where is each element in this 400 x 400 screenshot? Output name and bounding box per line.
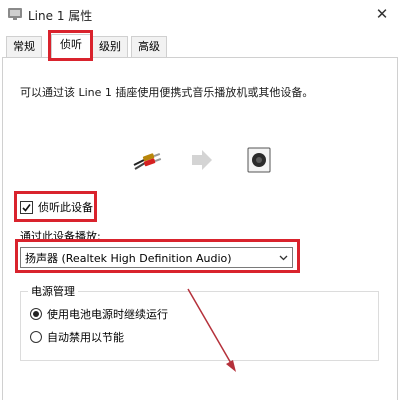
listen-checkbox[interactable] [20, 200, 33, 214]
speaker-app-icon [8, 8, 22, 20]
listen-checkbox-label: 侦听此设备 [38, 201, 93, 214]
tab-label: 常规 [13, 40, 35, 53]
tab-label: 高级 [138, 40, 160, 53]
tab-advanced[interactable]: 高级 [131, 36, 167, 58]
speaker-icon [247, 147, 271, 173]
close-icon: ✕ [375, 5, 389, 23]
checkmark-icon [22, 203, 31, 212]
tab-strip: 常规 侦听 级别 高级 [0, 34, 400, 59]
radio-auto-disable[interactable] [30, 331, 42, 343]
window-title: Line 1 属性 [28, 9, 93, 23]
tab-label: 侦听 [60, 38, 82, 51]
arrow-right-icon [192, 150, 212, 170]
power-option-continue[interactable]: 使用电池电源时继续运行 [30, 306, 168, 322]
radio-continue-on-battery[interactable] [30, 308, 42, 320]
device-flow-graphic [133, 147, 271, 173]
tab-label: 级别 [99, 40, 121, 53]
tab-listen[interactable]: 侦听 [51, 34, 91, 59]
chevron-down-icon[interactable] [274, 248, 292, 267]
power-management-group [20, 291, 379, 361]
listen-description: 可以通过该 Line 1 插座使用便携式音乐播放机或其他设备。 [20, 86, 314, 99]
playback-device-select[interactable]: 扬声器 (Realtek High Definition Audio) [20, 247, 293, 268]
radio-label: 使用电池电源时继续运行 [47, 308, 168, 321]
playback-device-value: 扬声器 (Realtek High Definition Audio) [25, 251, 232, 265]
power-option-auto-disable[interactable]: 自动禁用以节能 [30, 329, 124, 345]
close-button[interactable]: ✕ [364, 0, 400, 30]
audio-cable-icon [133, 153, 162, 170]
radio-label: 自动禁用以节能 [47, 331, 124, 344]
tab-general[interactable]: 常规 [6, 36, 42, 58]
power-management-legend: 电源管理 [28, 283, 78, 299]
listen-checkbox-row[interactable]: 侦听此设备 [20, 199, 93, 215]
title-bar: Line 1 属性 ✕ [0, 0, 400, 30]
tab-levels[interactable]: 级别 [92, 36, 128, 58]
playback-device-label: 通过此设备播放: [20, 230, 101, 243]
